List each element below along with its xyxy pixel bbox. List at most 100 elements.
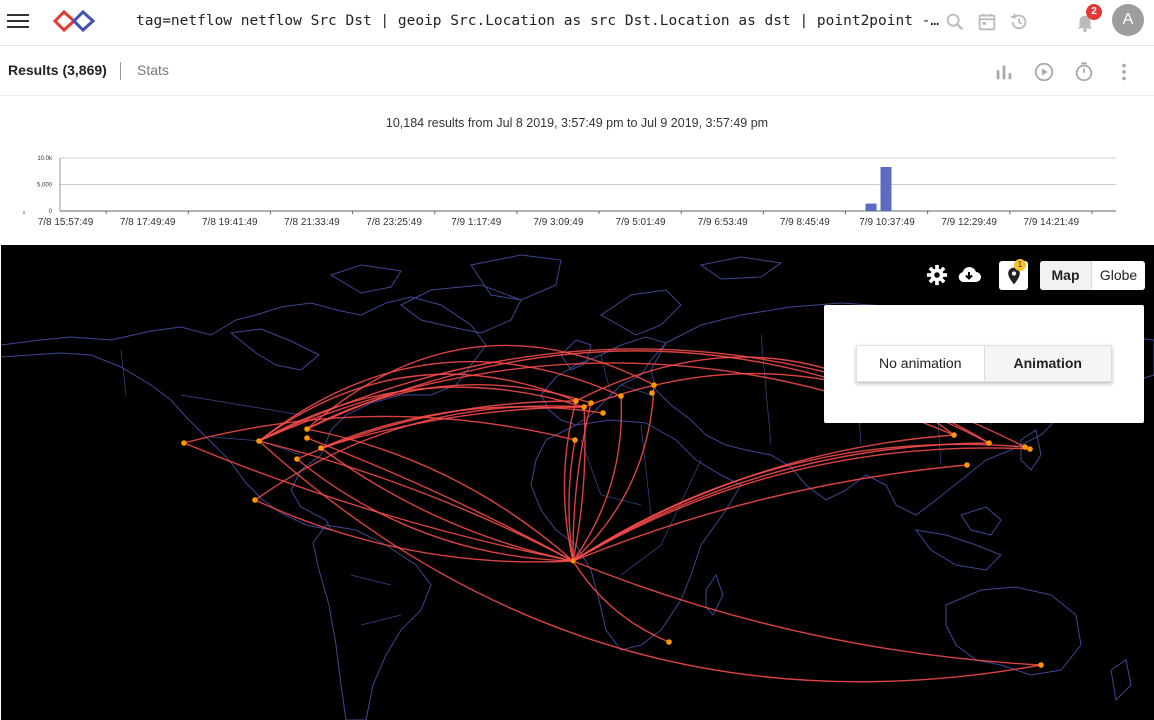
x-tick-label: 7/9 3:09:49 <box>533 217 583 228</box>
results-tab-bar: Results (3,869) Stats <box>0 46 1154 96</box>
query-input[interactable]: tag=netflow netflow Src Dst | geoip Src.… <box>136 13 940 29</box>
country-border <box>350 574 392 586</box>
animation-toggle: No animation Animation <box>856 345 1112 382</box>
results-summary: 10,184 results from Jul 8 2019, 3:57:49 … <box>385 116 769 130</box>
route-node[interactable] <box>986 440 992 446</box>
timeline-histogram[interactable]: 10.0k 5,000 0 7/8 15:57:49 7/8 17:49:49 7/8 1… <box>1 148 1153 240</box>
map-view-button[interactable]: Map <box>1040 261 1092 290</box>
landmass-outline <box>229 328 320 371</box>
route-hub-node[interactable] <box>570 558 576 564</box>
landmass-outline <box>530 419 742 651</box>
landmass-outline <box>470 254 562 301</box>
landmass-outline <box>699 256 783 280</box>
x-tick-label: 7/9 1:17:49 <box>451 217 501 228</box>
country-border <box>120 349 127 396</box>
route-node[interactable] <box>600 410 606 416</box>
x-tick-label: 7/9 5:01:49 <box>616 217 666 228</box>
x-tick-label: 7/9 14:21:49 <box>1023 217 1079 228</box>
tab-divider <box>120 62 121 80</box>
landmass-outline <box>1 296 487 531</box>
bar-chart-icon[interactable] <box>993 61 1015 83</box>
x-tick-label: 7/8 23:25:49 <box>366 217 422 228</box>
y-tick-label: 10.0k <box>37 156 53 162</box>
top-bar: tag=netflow netflow Src Dst | geoip Src.… <box>0 0 1154 46</box>
x-tick-label: 7/8 21:33:49 <box>284 217 340 228</box>
route-node[interactable] <box>304 435 310 441</box>
route-node[interactable] <box>951 432 957 438</box>
animation-settings-panel: No animation Animation <box>824 305 1144 423</box>
landmass-outline <box>400 284 522 334</box>
histogram-bar[interactable] <box>880 167 892 211</box>
route-node[interactable] <box>304 426 310 432</box>
route-node[interactable] <box>318 445 324 451</box>
route-node[interactable] <box>256 438 262 444</box>
settings-icon[interactable] <box>926 264 948 286</box>
landmass-outline <box>960 506 1002 536</box>
route-node[interactable] <box>1022 444 1028 450</box>
y-tick-label: 0 <box>49 209 53 215</box>
route-node[interactable] <box>666 639 672 645</box>
route-node[interactable] <box>618 393 624 399</box>
calendar-icon[interactable] <box>976 11 998 33</box>
summary-panel: 10,184 results from Jul 8 2019, 3:57:49 … <box>1 96 1154 245</box>
route-node[interactable] <box>252 497 258 503</box>
landmass-outline <box>945 586 1082 676</box>
route-node[interactable] <box>651 382 657 388</box>
route-line <box>183 415 576 444</box>
landmass-outline <box>600 289 682 336</box>
x-tick-label: 7/9 10:37:49 <box>859 217 915 228</box>
notification-badge: 2 <box>1086 4 1102 20</box>
route-node[interactable] <box>1027 446 1033 452</box>
route-line <box>572 560 1042 666</box>
route-node[interactable] <box>588 400 594 406</box>
pin-button[interactable]: 1 <box>999 259 1028 290</box>
no-animation-button[interactable]: No animation <box>857 346 985 381</box>
x-tick-label: 7/8 19:41:49 <box>202 217 258 228</box>
route-node[interactable] <box>649 390 655 396</box>
route-line <box>296 458 574 562</box>
landmass-outline <box>329 264 402 294</box>
country-border <box>360 614 402 626</box>
map-panel[interactable]: 1 Map Globe No animation Animation <box>1 245 1154 720</box>
route-node[interactable] <box>572 437 578 443</box>
route-node[interactable] <box>1038 662 1044 668</box>
pin-badge: 1 <box>1014 259 1026 271</box>
play-icon[interactable] <box>1033 61 1055 83</box>
landmass-outline <box>705 573 724 616</box>
country-border <box>760 334 772 446</box>
menu-icon[interactable] <box>6 8 32 34</box>
search-icon[interactable] <box>944 11 966 33</box>
x-tick-label: 7/8 15:57:49 <box>38 217 94 228</box>
globe-view-button[interactable]: Globe <box>1092 261 1145 290</box>
x-tick-label: 7/9 12:29:49 <box>941 217 997 228</box>
route-line <box>572 560 670 643</box>
country-border <box>580 439 642 506</box>
route-node[interactable] <box>181 440 187 446</box>
route-node[interactable] <box>294 456 300 462</box>
route-line <box>258 440 574 562</box>
histogram-bar[interactable] <box>865 203 877 211</box>
tab-stats[interactable]: Stats <box>137 62 169 78</box>
route-line <box>258 440 1042 683</box>
route-node[interactable] <box>573 398 579 404</box>
x-tick-label: 7/8 17:49:49 <box>120 217 176 228</box>
logo-icon[interactable] <box>52 8 96 34</box>
route-line <box>572 406 586 562</box>
timer-icon[interactable] <box>1073 61 1095 83</box>
route-node[interactable] <box>964 462 970 468</box>
x-tick-label: 7/9 8:45:49 <box>780 217 830 228</box>
more-vert-icon[interactable] <box>1113 61 1135 83</box>
tab-results[interactable]: Results (3,869) <box>8 62 107 78</box>
country-border <box>180 394 302 416</box>
history-icon[interactable] <box>1008 11 1030 33</box>
cloud-download-icon[interactable] <box>957 264 981 286</box>
animation-button[interactable]: Animation <box>984 346 1111 381</box>
y-tick-label: 5,000 <box>37 183 53 189</box>
landmass-outline <box>914 529 1002 571</box>
route-node[interactable] <box>581 404 587 410</box>
view-toggle: Map Globe <box>1040 261 1145 290</box>
x-tick-label: 7/9 6:53:49 <box>698 217 748 228</box>
country-border <box>210 436 302 456</box>
avatar[interactable]: A <box>1112 4 1144 36</box>
landmass-outline <box>1110 659 1132 702</box>
